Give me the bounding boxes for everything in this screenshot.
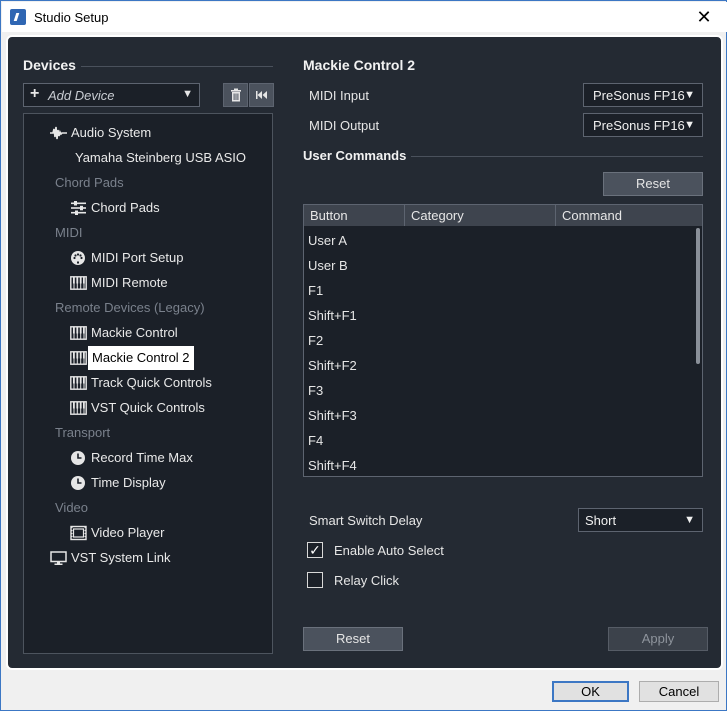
tree-item-label: Record Time Max	[91, 450, 193, 465]
user-commands-table[interactable]: Button Category Command User A User B F1 Sh…	[303, 204, 703, 477]
ok-button[interactable]: OK	[552, 681, 629, 702]
midi-output-value: PreSonus FP16	[593, 118, 685, 133]
table-row[interactable]: Shift+F1	[308, 303, 357, 328]
keyboard-icon	[70, 325, 87, 341]
column-header-category[interactable]: Category	[405, 205, 556, 226]
tree-item-label: Remote Devices (Legacy)	[55, 300, 205, 315]
enable-auto-select-checkbox[interactable]: ✓	[307, 542, 323, 558]
waveform-icon	[50, 125, 67, 141]
devices-section-title: Devices	[23, 57, 76, 73]
chevron-down-icon: ▼	[684, 514, 695, 526]
apply-button[interactable]: Apply	[608, 627, 708, 651]
clock-icon	[70, 450, 87, 466]
plus-icon: +	[30, 85, 40, 102]
add-device-dropdown[interactable]: + Add Device ▼	[23, 83, 200, 107]
clock-icon	[70, 475, 87, 491]
chevron-down-icon: ▼	[684, 89, 695, 101]
checkmark-icon: ✓	[309, 542, 321, 558]
smart-switch-delay-dropdown[interactable]: Short ▼	[578, 508, 703, 532]
title-bar[interactable]: Studio Setup ✕	[2, 2, 727, 32]
user-commands-reset-button[interactable]: Reset	[603, 172, 703, 196]
sliders-icon	[70, 200, 87, 216]
divider	[81, 66, 273, 67]
close-icon[interactable]: ✕	[681, 2, 727, 32]
tree-item-label: Time Display	[91, 475, 166, 490]
table-header: Button Category Command	[304, 205, 702, 226]
smart-switch-delay-value: Short	[585, 513, 617, 528]
delete-device-button[interactable]	[223, 83, 248, 107]
user-commands-title: User Commands	[303, 148, 407, 163]
column-header-command[interactable]: Command	[556, 205, 702, 226]
chevron-down-icon: ▼	[182, 88, 193, 100]
film-icon	[70, 525, 87, 541]
smart-switch-delay-label: Smart Switch Delay	[309, 513, 423, 528]
table-row[interactable]: Shift+F4	[308, 453, 357, 476]
table-row[interactable]: Shift+F2	[308, 353, 357, 378]
chevron-down-icon: ▼	[684, 119, 695, 131]
tree-item-label: Audio System	[71, 125, 152, 140]
tree-item-label: Chord Pads	[55, 175, 124, 190]
tree-item-label: VST Quick Controls	[91, 400, 205, 415]
relay-click-label: Relay Click	[334, 573, 400, 588]
tree-item-label: MIDI Port Setup	[91, 250, 184, 265]
table-scrollbar[interactable]	[696, 228, 700, 364]
tree-item-label: Transport	[55, 425, 111, 440]
main-panel: Devices + Add Device ▼ Audio System Yamah…	[6, 35, 723, 670]
reset-device-button[interactable]	[249, 83, 274, 107]
table-row[interactable]: User A	[308, 228, 347, 253]
keyboard-icon	[70, 400, 87, 416]
table-row[interactable]: F4	[308, 428, 323, 453]
tree-item-label: Yamaha Steinberg USB ASIO	[75, 150, 247, 165]
table-row[interactable]: Shift+F3	[308, 403, 357, 428]
monitor-icon	[50, 550, 67, 566]
keyboard-icon	[70, 275, 87, 291]
divider	[411, 156, 703, 157]
column-header-button[interactable]: Button	[304, 205, 405, 226]
table-row[interactable]: F2	[308, 328, 323, 353]
device-tree[interactable]: Audio System Yamaha Steinberg USB ASIO Cho…	[23, 113, 273, 654]
tree-item-label: Chord Pads	[91, 200, 160, 215]
table-row[interactable]: F3	[308, 378, 323, 403]
midi-input-label: MIDI Input	[309, 88, 369, 103]
midi-output-dropdown[interactable]: PreSonus FP16 ▼	[583, 113, 703, 137]
tree-item-label: Video Player	[91, 525, 165, 540]
tree-item-label: Track Quick Controls	[91, 375, 212, 390]
relay-click-checkbox[interactable]	[307, 572, 323, 588]
tree-item-label: Mackie Control	[91, 325, 178, 340]
table-row[interactable]: User B	[308, 253, 348, 278]
midi-output-label: MIDI Output	[309, 118, 380, 133]
tree-item-label: MIDI	[55, 225, 83, 240]
keyboard-icon	[70, 350, 87, 366]
trash-icon	[230, 88, 241, 102]
tree-item-label: Video	[55, 500, 89, 515]
midi-input-value: PreSonus FP16	[593, 88, 685, 103]
rewind-icon	[255, 91, 267, 99]
tree-item-label: VST System Link	[71, 550, 171, 565]
midi-input-dropdown[interactable]: PreSonus FP16 ▼	[583, 83, 703, 107]
midi-port-icon	[70, 250, 87, 266]
add-device-label: Add Device	[48, 88, 115, 103]
cubase-logo-icon	[10, 9, 26, 25]
keyboard-icon	[70, 375, 87, 391]
enable-auto-select-label: Enable Auto Select	[334, 543, 444, 558]
studio-setup-window: Studio Setup ✕ Devices + Add Device ▼ Au…	[0, 0, 727, 711]
tree-item-label: Mackie Control 2	[88, 346, 194, 370]
table-row[interactable]: F1	[308, 278, 323, 303]
reset-button[interactable]: Reset	[303, 627, 403, 651]
cancel-button[interactable]: Cancel	[639, 681, 719, 702]
device-title: Mackie Control 2	[303, 57, 416, 73]
tree-item-label: MIDI Remote	[91, 275, 168, 290]
window-title: Studio Setup	[34, 10, 109, 25]
